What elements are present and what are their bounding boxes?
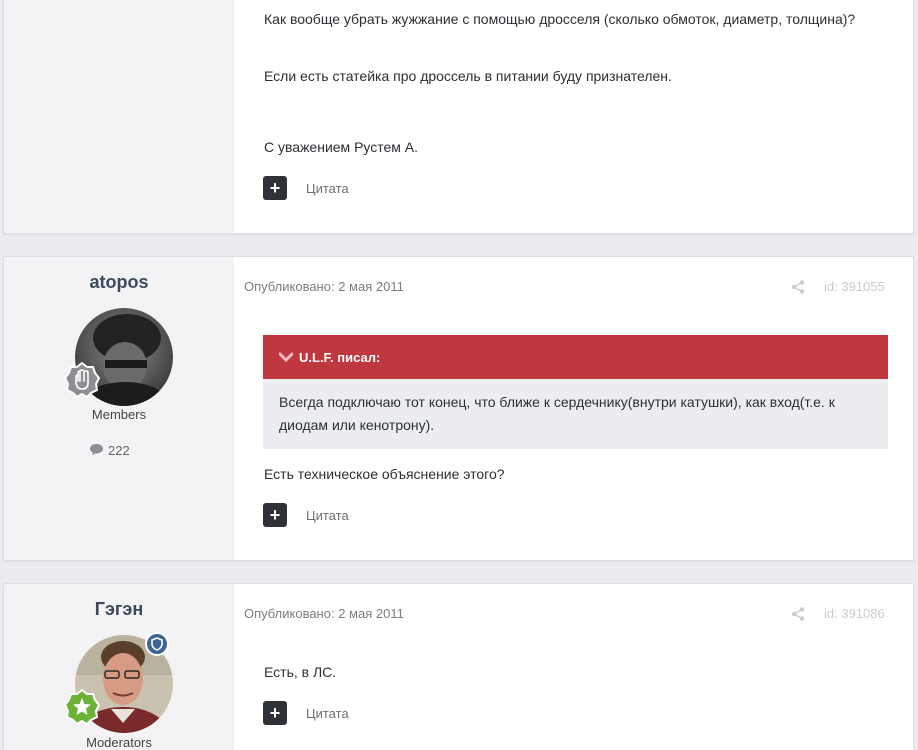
quote-button[interactable]: Цитата	[306, 508, 349, 523]
member-group: Moderators	[86, 735, 152, 750]
quote-text: Всегда подключаю тот конец, что ближе к …	[279, 394, 835, 433]
plus-icon: +	[269, 505, 281, 525]
quote-button[interactable]: Цитата	[306, 181, 349, 196]
author-name-link[interactable]: Гэгэн	[4, 599, 234, 620]
quote-header[interactable]: U.L.F. писал:	[263, 335, 888, 379]
share-icon[interactable]	[791, 607, 805, 621]
post-1: Как вообще убрать жужжание с помощью дро…	[3, 0, 914, 234]
author-column: Гэгэн Moderators	[4, 584, 234, 750]
author-column: atopos Members 222	[4, 257, 234, 560]
rank-badge-icon	[63, 361, 101, 399]
quote-block: U.L.F. писал: Всегда подключаю тот конец…	[263, 335, 888, 449]
plus-icon: +	[269, 703, 281, 723]
post-signature: С уважением Рустем А.	[264, 139, 419, 155]
post-content: Опубликовано: 2 мая 2011 id: 391086 Есть…	[234, 584, 913, 750]
plus-icon: +	[269, 178, 281, 198]
member-group: Members	[91, 407, 147, 422]
multiquote-add-button[interactable]: +	[263, 503, 287, 527]
post-3: Гэгэн Moderators Опубликовано: 2 мая 201…	[3, 583, 914, 750]
post-content: Опубликовано: 2 мая 2011 id: 391055 U.L.…	[234, 257, 913, 560]
post-content: Как вообще убрать жужжание с помощью дро…	[234, 0, 913, 233]
author-name-link[interactable]: atopos	[4, 272, 234, 293]
rank-badge-icon	[63, 688, 101, 726]
comment-icon	[90, 443, 103, 458]
moderator-shield-icon	[145, 632, 169, 656]
multiquote-add-button[interactable]: +	[263, 701, 287, 725]
multiquote-add-button[interactable]: +	[263, 176, 287, 200]
post-count-value: 222	[108, 443, 130, 458]
post-date[interactable]: Опубликовано: 2 мая 2011	[244, 606, 404, 621]
post-paragraph: Если есть статейка про дроссель в питани…	[264, 68, 672, 84]
post-paragraph: Есть, в ЛС.	[264, 664, 337, 680]
post-paragraph: Как вообще убрать жужжание с помощью дро…	[264, 11, 856, 27]
post-id-link[interactable]: id: 391086	[824, 606, 885, 621]
post-count: 222	[90, 443, 130, 458]
author-column	[4, 0, 234, 233]
chevron-down-icon	[278, 350, 294, 365]
post-2: atopos Members 222 Опубликовано: 2 мая 2…	[3, 256, 914, 561]
share-icon[interactable]	[791, 280, 805, 294]
quote-button[interactable]: Цитата	[306, 706, 349, 721]
quote-author: U.L.F. писал:	[299, 349, 381, 365]
post-paragraph: Есть техническое объяснение этого?	[264, 466, 505, 482]
post-id-link[interactable]: id: 391055	[824, 279, 885, 294]
post-date[interactable]: Опубликовано: 2 мая 2011	[244, 279, 404, 294]
